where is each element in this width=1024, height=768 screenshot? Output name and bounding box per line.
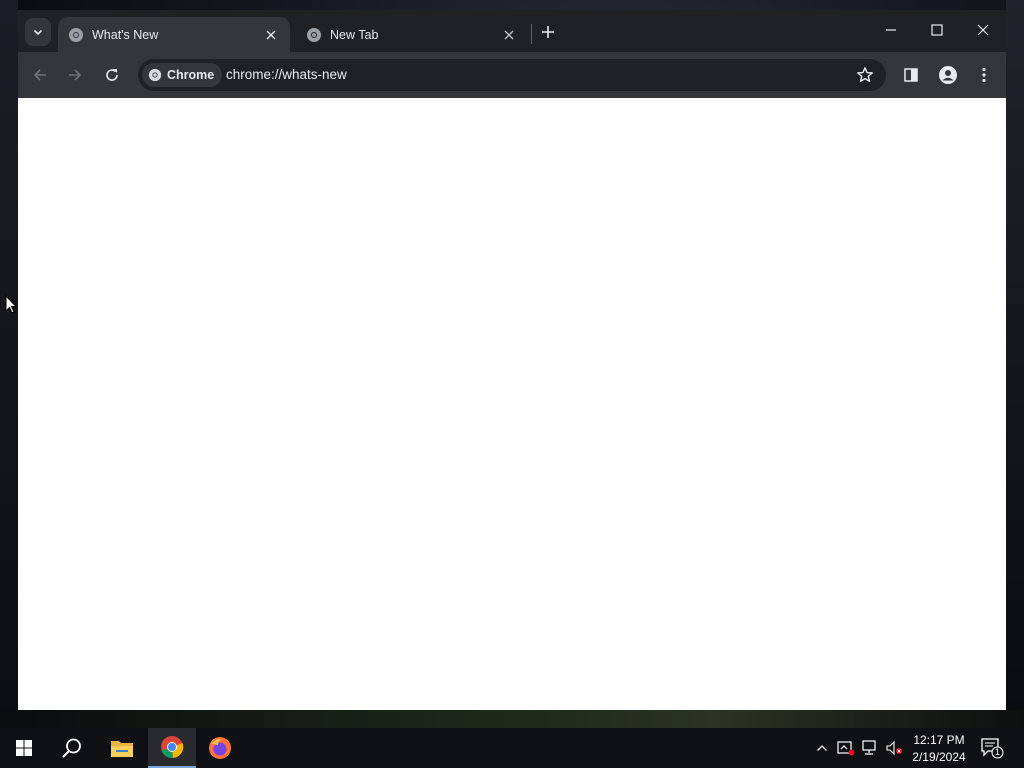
start-icon bbox=[16, 740, 32, 756]
page-content bbox=[18, 98, 1006, 710]
chevron-down-icon bbox=[33, 29, 43, 36]
mouse-cursor-icon bbox=[5, 295, 17, 314]
tray-security-button[interactable] bbox=[836, 738, 856, 758]
side-panel-icon bbox=[904, 68, 918, 82]
forward-button[interactable] bbox=[60, 60, 90, 90]
desktop-wallpaper bbox=[0, 0, 18, 710]
security-alert-icon bbox=[837, 741, 855, 756]
network-button[interactable] bbox=[860, 738, 880, 758]
close-icon bbox=[266, 30, 276, 39]
chrome-logo-icon bbox=[148, 68, 162, 82]
url-text[interactable]: chrome://whats-new bbox=[226, 67, 347, 82]
reload-icon bbox=[106, 69, 118, 81]
close-tab-button[interactable] bbox=[500, 26, 518, 44]
address-bar[interactable]: Chrome chrome://whats-new bbox=[138, 59, 886, 91]
new-tab-button[interactable] bbox=[536, 20, 560, 44]
search-icon bbox=[62, 738, 81, 758]
arrow-right-icon bbox=[69, 69, 82, 81]
tab-separator bbox=[531, 24, 532, 44]
kebab-menu-icon bbox=[982, 67, 986, 83]
chip-label: Chrome bbox=[167, 68, 215, 82]
plus-icon bbox=[542, 26, 554, 38]
back-button[interactable] bbox=[25, 60, 55, 90]
clock-date: 2/19/2024 bbox=[912, 750, 966, 764]
clock-time: 12:17 PM bbox=[913, 733, 965, 747]
tab-whats-new[interactable]: What's New bbox=[58, 17, 290, 52]
minimize-button[interactable] bbox=[868, 14, 914, 46]
close-icon bbox=[977, 24, 989, 36]
chrome-icon bbox=[161, 736, 184, 759]
volume-muted-icon bbox=[886, 740, 902, 756]
tab-title: New Tab bbox=[330, 27, 379, 42]
chrome-menu-button[interactable] bbox=[969, 60, 999, 90]
chrome-favicon-icon bbox=[69, 27, 83, 42]
maximize-icon bbox=[931, 24, 943, 36]
close-icon bbox=[504, 30, 514, 39]
tab-strip: What's New New Tab bbox=[18, 10, 1006, 52]
desktop-wallpaper-right bbox=[1006, 0, 1024, 710]
firefox-taskbar-button[interactable] bbox=[196, 728, 244, 768]
chrome-favicon-icon bbox=[307, 27, 321, 42]
file-explorer-icon bbox=[111, 741, 133, 757]
tab-title: What's New bbox=[92, 27, 159, 42]
volume-button[interactable] bbox=[884, 738, 904, 758]
desktop-wallpaper-bottom bbox=[0, 710, 1024, 728]
maximize-button[interactable] bbox=[914, 14, 960, 46]
start-button[interactable] bbox=[0, 728, 48, 768]
tab-new-tab[interactable]: New Tab bbox=[296, 17, 528, 52]
bookmark-button[interactable] bbox=[854, 64, 876, 86]
chrome-taskbar-button[interactable] bbox=[148, 728, 196, 768]
file-explorer-button[interactable] bbox=[98, 728, 146, 768]
action-center-button[interactable]: 1 bbox=[980, 736, 1004, 760]
taskbar-search-button[interactable] bbox=[48, 728, 96, 768]
profile-icon bbox=[939, 66, 957, 84]
minimize-icon bbox=[886, 29, 896, 31]
system-clock[interactable]: 12:17 PM 2/19/2024 bbox=[905, 732, 973, 766]
browser-window: What's New New Tab Chrome chrome://whats… bbox=[18, 10, 1006, 710]
taskbar: 12:17 PM 2/19/2024 1 bbox=[0, 728, 1024, 768]
chrome-chip[interactable]: Chrome bbox=[142, 63, 223, 87]
side-panel-button[interactable] bbox=[896, 60, 926, 90]
close-tab-button[interactable] bbox=[262, 26, 280, 44]
show-hidden-icons-button[interactable] bbox=[812, 738, 832, 758]
notification-count: 1 bbox=[994, 747, 1000, 757]
arrow-left-icon bbox=[33, 69, 46, 81]
network-icon bbox=[862, 740, 876, 755]
profile-button[interactable] bbox=[933, 60, 963, 90]
reload-button[interactable] bbox=[97, 60, 127, 90]
chevron-up-icon bbox=[817, 745, 827, 751]
tab-search-button[interactable] bbox=[25, 18, 51, 46]
close-window-button[interactable] bbox=[960, 14, 1006, 46]
firefox-icon bbox=[209, 737, 231, 759]
star-icon bbox=[857, 67, 873, 82]
browser-toolbar: Chrome chrome://whats-new bbox=[18, 52, 1006, 98]
